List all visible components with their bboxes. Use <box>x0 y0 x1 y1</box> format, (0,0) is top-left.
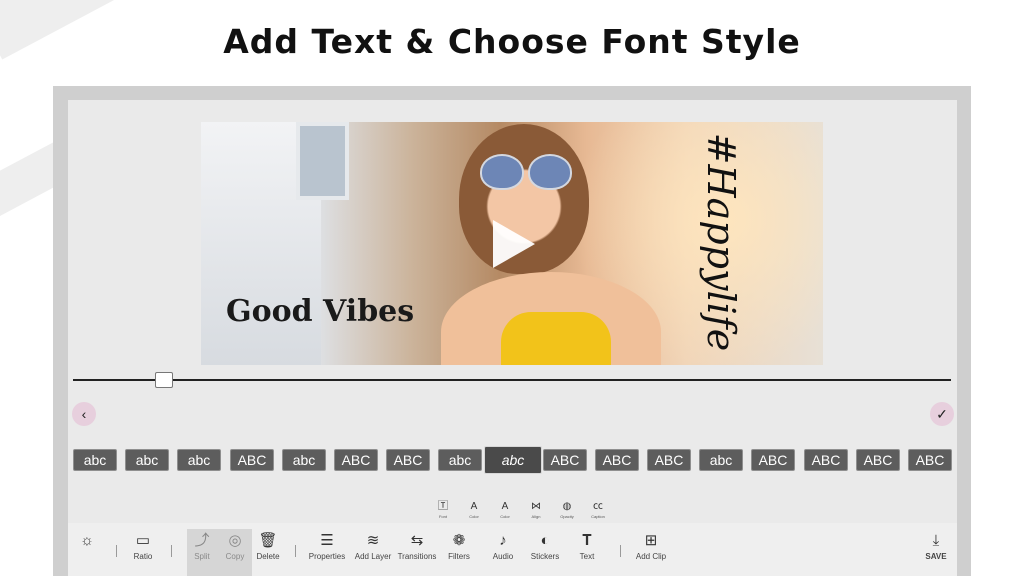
transitions-icon: ⇆ <box>410 532 424 549</box>
split-button[interactable]: ⤴ Split <box>187 532 217 564</box>
divider <box>620 545 621 557</box>
split-label: Split <box>194 552 210 561</box>
properties-label: Properties <box>308 552 346 561</box>
add-layer-button[interactable]: ≋ Add Layer <box>353 532 393 564</box>
split-icon: ⤴ <box>194 532 210 549</box>
add-clip-button[interactable]: ⊞ Add Clip <box>632 532 670 564</box>
text-tool-label: Color <box>469 514 479 519</box>
font-style-option[interactable]: abc <box>438 449 482 471</box>
font-style-option[interactable]: abc <box>73 449 117 471</box>
properties-button[interactable]: ☰ Properties <box>306 532 348 564</box>
text-label: Text <box>579 552 595 561</box>
font-style-option[interactable]: ABC <box>386 449 430 471</box>
background-window <box>296 122 349 200</box>
font-style-option[interactable]: ABC <box>856 449 900 471</box>
text-tool-caption[interactable]: ㏄ Caption <box>583 500 613 520</box>
copy-button[interactable]: ◎ Copy <box>220 532 250 564</box>
text-button[interactable]: 𝐓 Text <box>572 532 602 564</box>
font-style-option[interactable]: ABC <box>595 449 639 471</box>
font-style-option[interactable]: ABC <box>647 449 691 471</box>
divider <box>116 545 117 557</box>
chevron-left-icon: ‹ <box>81 406 87 422</box>
A-underline-icon: A <box>470 501 478 512</box>
stickers-label: Stickers <box>530 552 560 561</box>
sunglasses <box>480 154 572 190</box>
transitions-label: Transitions <box>397 552 437 561</box>
opacity-icon: ◍ <box>562 501 572 512</box>
text-tool-label: Caption <box>591 514 605 519</box>
sun-icon: ☼ <box>80 532 94 549</box>
stickers-button[interactable]: ◐ Stickers <box>527 532 563 564</box>
font-style-option[interactable]: ABC <box>751 449 795 471</box>
save-label: SAVE <box>925 552 947 561</box>
text-icon: 𝐓 <box>582 532 592 549</box>
add-layer-label: Add Layer <box>354 552 392 561</box>
text-tool-label: Opacity <box>560 514 574 519</box>
audio-button[interactable]: ♪ Audio <box>488 532 518 564</box>
video-preview[interactable]: Good Vibes #Happylife <box>201 122 823 365</box>
sticker-icon: ◐ <box>540 532 550 549</box>
video-plus-icon: ⊞ <box>644 532 658 549</box>
filters-icon: ❁ <box>452 532 466 549</box>
sliders-icon: ☰ <box>320 532 334 549</box>
filters-button[interactable]: ❁ Filters <box>444 532 474 564</box>
font-style-option[interactable]: ABC <box>230 449 274 471</box>
lens-left <box>480 154 524 190</box>
text-tool-label: Font <box>438 514 447 519</box>
text-tool-label: Align <box>531 514 541 519</box>
text-tool-font[interactable]: 🅃 Font <box>428 500 458 520</box>
font-style-option[interactable]: abc <box>282 449 326 471</box>
subject-top <box>501 312 611 365</box>
headline: Add Text & Choose Font Style <box>223 22 801 61</box>
delete-button[interactable]: 🗑 Delete <box>253 532 283 564</box>
copy-label: Copy <box>225 552 245 561</box>
play-icon[interactable] <box>493 220 535 268</box>
font-style-option[interactable]: abc <box>177 449 221 471</box>
font-style-option[interactable]: abc <box>125 449 169 471</box>
divider <box>171 545 172 557</box>
font-style-option[interactable]: ABC <box>334 449 378 471</box>
save-button[interactable]: ⤓ SAVE <box>922 532 950 564</box>
A-underline-icon: A <box>501 501 509 512</box>
audio-label: Audio <box>492 552 514 561</box>
timeline-track[interactable] <box>73 379 951 381</box>
check-icon: ✓ <box>936 406 948 422</box>
delete-label: Delete <box>256 552 280 561</box>
ratio-label: Ratio <box>133 552 153 561</box>
brightness-button[interactable]: ☼ <box>74 532 100 550</box>
lens-right <box>528 154 572 190</box>
font-style-option[interactable]: ABC <box>804 449 848 471</box>
text-overlay-good-vibes[interactable]: Good Vibes <box>226 294 414 329</box>
text-tool-color[interactable]: A Color <box>459 500 489 520</box>
font-style-option[interactable]: abc <box>484 446 542 474</box>
ratio-button[interactable]: ▭ Ratio <box>128 532 158 564</box>
transitions-button[interactable]: ⇆ Transitions <box>395 532 439 564</box>
back-button[interactable]: ‹ <box>72 402 96 426</box>
music-note-icon: ♪ <box>499 532 507 549</box>
filters-label: Filters <box>448 552 470 561</box>
ratio-icon: ▭ <box>135 532 151 549</box>
trash-icon: 🗑 <box>258 532 278 549</box>
add-clip-label: Add Clip <box>635 552 667 561</box>
layers-icon: ≋ <box>366 532 380 549</box>
copy-icon: ◎ <box>228 532 242 549</box>
text-tool-label: Color <box>500 514 510 519</box>
download-icon: ⤓ <box>932 532 940 549</box>
align-icon: ⋈ <box>531 501 541 512</box>
text-tool-opacity[interactable]: ◍ Opacity <box>552 500 582 520</box>
text-tool-color[interactable]: A Color <box>490 500 520 520</box>
font-style-option[interactable]: ABC <box>908 449 952 471</box>
text-overlay-happylife[interactable]: #Happylife <box>699 122 743 362</box>
font-style-option[interactable]: ABC <box>543 449 587 471</box>
timeline-handle[interactable] <box>155 372 173 388</box>
font-style-option[interactable]: abc <box>699 449 743 471</box>
font-style-picker: abc abc abc ABC abc ABC ABC abc abc ABC ABC ABC abc A… <box>73 446 953 474</box>
done-button[interactable]: ✓ <box>930 402 954 426</box>
text-tool-align[interactable]: ⋈ Align <box>521 500 551 520</box>
T-box-icon: 🅃 <box>438 501 448 512</box>
cc-icon: ㏄ <box>593 501 603 512</box>
divider <box>295 545 296 557</box>
